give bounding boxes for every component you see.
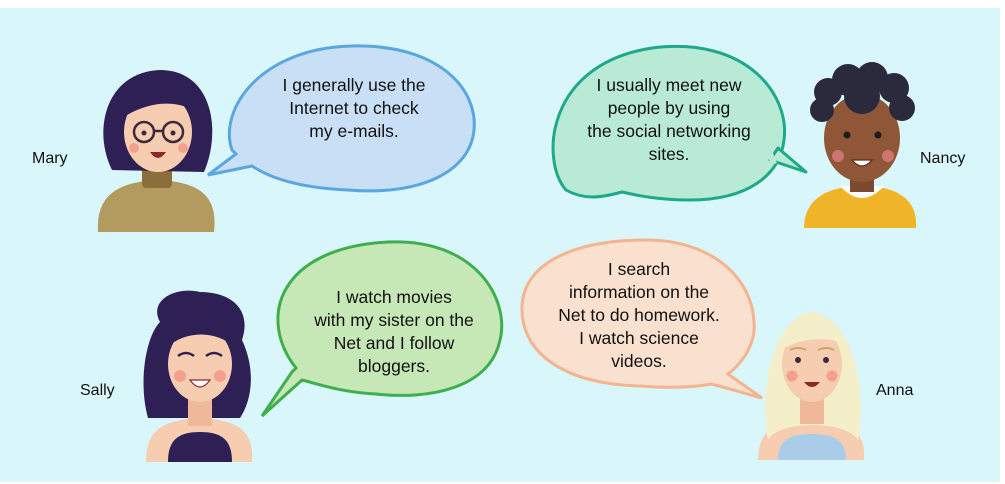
nancy-avatar <box>804 62 917 228</box>
nancy-line-4: sites. <box>648 144 690 164</box>
sally-bubble-text: I watch movies with my sister on the Net… <box>294 286 494 378</box>
mary-avatar <box>97 70 215 232</box>
sally-line-1: I watch movies <box>336 287 452 307</box>
anna-line-3: Net to do homework. <box>558 305 720 325</box>
sally-line-2: with my sister on the <box>314 310 474 330</box>
nancy-line-1: I usually meet new <box>596 75 742 95</box>
anna-line-5: videos. <box>611 351 667 371</box>
illustration-layer <box>97 44 917 462</box>
name-label-nancy: Nancy <box>920 150 966 167</box>
name-label-anna: Anna <box>876 382 914 399</box>
nancy-line-3: the social networking <box>587 121 751 141</box>
name-label-mary: Mary <box>32 150 68 167</box>
mary-line-1: I generally use the <box>282 75 426 95</box>
anna-line-2: information on the <box>568 282 710 302</box>
anna-avatar <box>758 312 865 460</box>
nancy-line-2: people by using <box>607 98 731 118</box>
sally-line-3: Net and I follow <box>333 333 455 353</box>
name-label-sally: Sally <box>80 382 115 399</box>
anna-line-1: I search <box>607 259 671 279</box>
sally-line-4: bloggers. <box>358 356 430 376</box>
mary-line-3: my e-mails. <box>309 121 399 141</box>
anna-line-4: I watch science <box>579 328 699 348</box>
nancy-bubble-text: I usually meet new people by using the s… <box>560 74 778 166</box>
sally-avatar <box>143 290 253 462</box>
anna-bubble-text: I search information on the Net to do ho… <box>534 258 744 373</box>
mary-line-2: Internet to check <box>289 98 419 118</box>
mary-bubble-text: I generally use the Internet to check my… <box>250 74 458 143</box>
